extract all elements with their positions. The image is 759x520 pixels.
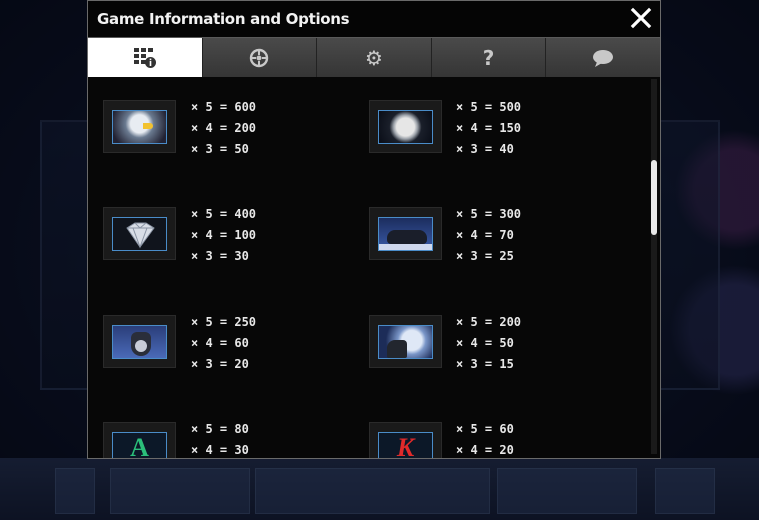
tab-chat[interactable] (546, 38, 660, 77)
paytable-info-icon (133, 47, 156, 68)
dialog-tabs: ⚙ ? (88, 38, 660, 77)
tab-help[interactable]: ? (431, 38, 547, 77)
pay-line: × 3 = 30 (191, 249, 249, 263)
pay-line: × 4 = 60 (191, 336, 249, 350)
symbol-moon (369, 100, 442, 153)
scrollbar-thumb[interactable] (651, 160, 657, 235)
pay-line: × 3 = 25 (456, 249, 514, 263)
pay-line: × 5 = 60 (456, 422, 514, 436)
paytable-wolf-pack: × 5 = 300 × 4 = 70 × 3 = 25 (456, 204, 546, 267)
pay-line: × 4 = 50 (456, 336, 514, 350)
letter-a-icon: A (112, 431, 167, 459)
symbol-letter-k: K (369, 422, 442, 458)
paytable-content[interactable]: × 5 = 600 × 4 = 200 × 3 = 50 × 5 = 500 ×… (88, 77, 660, 458)
close-icon (630, 7, 652, 29)
symbol-wolf-pack (369, 207, 442, 260)
pay-line: × 4 = 200 (191, 121, 257, 135)
speech-bubble-icon (593, 49, 614, 67)
pay-line: × 5 = 400 (191, 207, 257, 221)
pay-line: × 5 = 300 (456, 207, 522, 221)
close-button[interactable] (628, 5, 654, 31)
paytable-wolf-face: × 5 = 250 × 4 = 60 × 3 = 20 (191, 312, 281, 375)
tab-paytable[interactable] (88, 38, 203, 77)
tab-settings[interactable]: ⚙ (317, 38, 432, 77)
game-info-dialog: Game Information and Options ⚙ ? × 5 = 6… (87, 0, 661, 459)
letter-k-glyph: K (396, 432, 415, 459)
gear-icon: ⚙ (365, 45, 383, 70)
pay-line: × 3 = 40 (456, 142, 514, 156)
paytable-eagle: × 5 = 600 × 4 = 200 × 3 = 50 (191, 97, 281, 160)
paytable-letter-k: × 5 = 60 × 4 = 20 (456, 419, 546, 458)
pay-line: × 4 = 30 (191, 443, 249, 457)
symbol-letter-a: A (103, 422, 176, 458)
pay-line: × 5 = 80 (191, 422, 249, 436)
pay-line: × 5 = 500 (456, 100, 522, 114)
pay-line: × 3 = 15 (456, 357, 514, 371)
moon-icon (378, 109, 433, 144)
diamond-icon (112, 216, 167, 251)
wolf-face-icon (112, 324, 167, 359)
pay-line: × 3 = 20 (191, 357, 249, 371)
eagle-icon (112, 109, 167, 144)
symbol-diamond (103, 207, 176, 260)
pay-line: × 3 = 50 (191, 142, 249, 156)
scrollbar-track[interactable] (651, 79, 657, 454)
wolf-howl-moon-icon (378, 324, 433, 359)
paytable-moon: × 5 = 500 × 4 = 150 × 3 = 40 (456, 97, 546, 160)
letter-k-icon: K (378, 431, 433, 459)
dialog-title: Game Information and Options (97, 10, 350, 28)
pay-line: × 4 = 20 (456, 443, 514, 457)
autoplay-reels-icon (250, 48, 269, 67)
pay-line: × 5 = 600 (191, 100, 257, 114)
symbol-wolf-face (103, 315, 176, 368)
pay-line: × 4 = 150 (456, 121, 522, 135)
tab-autoplay[interactable] (202, 38, 318, 77)
pay-line: × 5 = 250 (191, 315, 257, 329)
letter-a-glyph: A (130, 432, 149, 459)
wolf-pack-icon (378, 216, 433, 251)
paytable-diamond: × 5 = 400 × 4 = 100 × 3 = 30 (191, 204, 281, 267)
paytable-wolf-howl-moon: × 5 = 200 × 4 = 50 × 3 = 15 (456, 312, 546, 375)
pay-line: × 4 = 100 (191, 228, 257, 242)
symbol-wolf-howl-moon (369, 315, 442, 368)
paytable-letter-a: × 5 = 80 × 4 = 30 (191, 419, 281, 458)
question-icon: ? (482, 45, 495, 70)
symbol-eagle (103, 100, 176, 153)
pay-line: × 5 = 200 (456, 315, 522, 329)
dialog-header: Game Information and Options (88, 1, 660, 38)
pay-line: × 4 = 70 (456, 228, 514, 242)
